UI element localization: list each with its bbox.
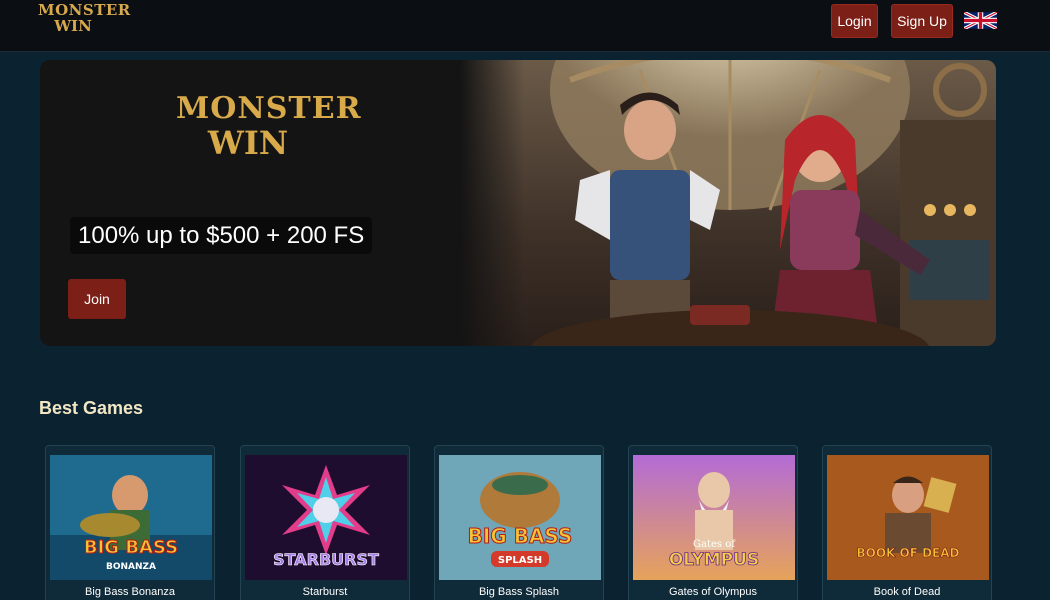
uk-flag-icon[interactable] xyxy=(964,12,997,29)
game-card[interactable]: STARBURST Starburst xyxy=(240,445,410,600)
logo-text-monster: MONSTER xyxy=(38,1,131,19)
game-thumbnail-starburst[interactable]: STARBURST xyxy=(245,455,407,580)
svg-text:STARBURST: STARBURST xyxy=(273,550,379,569)
game-card[interactable]: Gates of OLYMPUS Gates of Olympus xyxy=(628,445,798,600)
svg-text:Gates of: Gates of xyxy=(693,539,736,550)
login-button[interactable]: Login xyxy=(831,4,878,38)
game-card[interactable]: BIG BASS BONANZA Big Bass Bonanza xyxy=(45,445,215,600)
hero-illustration xyxy=(460,60,996,346)
hero-logo: MONSTER WIN xyxy=(176,91,362,164)
svg-text:BONANZA: BONANZA xyxy=(106,562,156,572)
svg-text:OLYMPUS: OLYMPUS xyxy=(669,550,759,570)
svg-text:BOOK OF DEAD: BOOK OF DEAD xyxy=(856,546,959,560)
game-name[interactable]: Big Bass Splash xyxy=(435,586,603,598)
signup-button[interactable]: Sign Up xyxy=(891,4,953,38)
bonus-offer-text: 100% up to $500 + 200 FS xyxy=(70,217,373,254)
section-title-best-games: Best Games xyxy=(39,398,144,418)
game-name[interactable]: Gates of Olympus xyxy=(629,586,797,598)
svg-text:SPLASH: SPLASH xyxy=(498,555,542,566)
game-name[interactable]: Starburst xyxy=(241,586,409,598)
game-name[interactable]: Book of Dead xyxy=(823,586,991,598)
hero-logo-monster: MONSTER xyxy=(176,91,362,126)
game-card[interactable]: BIG BASS SPLASH Big Bass Splash xyxy=(434,445,604,600)
svg-text:BIG BASS: BIG BASS xyxy=(84,537,178,558)
logo-text-win: WIN xyxy=(54,17,92,35)
hero-logo-win: WIN xyxy=(207,124,289,162)
top-navigation-bar: MONSTER WIN Login Sign Up xyxy=(0,0,1050,52)
game-thumbnail-book-of-dead[interactable]: BOOK OF DEAD xyxy=(827,455,989,580)
hero-banner: MONSTER WIN xyxy=(40,60,996,346)
game-thumbnail-big-bass-splash[interactable]: BIG BASS SPLASH xyxy=(439,455,601,580)
svg-text:BIG BASS: BIG BASS xyxy=(468,524,573,548)
game-thumbnail-big-bass-bonanza[interactable]: BIG BASS BONANZA xyxy=(50,455,212,580)
site-logo[interactable]: MONSTER WIN xyxy=(38,1,131,40)
game-card[interactable]: BOOK OF DEAD Book of Dead xyxy=(822,445,992,600)
join-button[interactable]: Join xyxy=(68,279,126,319)
game-name[interactable]: Big Bass Bonanza xyxy=(46,586,214,598)
game-thumbnail-gates-of-olympus[interactable]: Gates of OLYMPUS xyxy=(633,455,795,580)
